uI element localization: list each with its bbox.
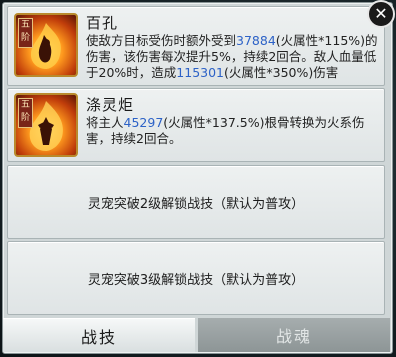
unlock-hint: 灵宠突破2级解锁战技（默认为普攻） [87,196,305,212]
tab-label: 战技 [80,327,117,347]
desc-text: (火属性*350%)伤害 [224,65,339,80]
rank-badge: 五阶 [18,98,33,128]
skill-card-2[interactable]: 五阶 涤灵炬 将主人45297(火属性*137.5%)根骨转换为火系伤害，持续2… [7,88,385,162]
skill-name: 百孔 [86,14,119,32]
locked-skill-slot-1[interactable]: 灵宠突破2级解锁战技（默认为普攻） [7,165,385,239]
damage-value: 37884 [236,33,276,48]
unlock-hint: 灵宠突破3级解锁战技（默认为普攻） [87,272,305,288]
fire-skill-icon: 五阶 [14,13,78,77]
skill-name: 涤灵炬 [86,96,135,114]
tab-label: 战魂 [275,327,312,346]
damage-value: 45297 [123,115,164,130]
desc-text: 使敌方目标受伤时额外受到 [86,33,237,48]
skill-card-1[interactable]: 五阶 百孔 使敌方目标受伤时额外受到37884(火属性*115%)的伤害，该伤害… [7,6,385,86]
rank-badge: 五阶 [18,18,33,48]
locked-skill-slot-2[interactable]: 灵宠突破3级解锁战技（默认为普攻） [7,241,385,315]
close-button[interactable]: ✕ [367,0,395,28]
close-icon: ✕ [374,4,388,23]
damage-value: 115301 [176,65,225,80]
fire-skill-icon: 五阶 [14,93,78,157]
tab-battle-soul[interactable]: 战魂 [198,318,390,352]
skill-description: 将主人45297(火属性*137.5%)根骨转换为火系伤害，持续2回合。 [86,115,382,147]
skill-description: 使敌方目标受伤时额外受到37884(火属性*115%)的伤害，该伤害每次提升5%… [86,33,382,81]
skill-panel-window: ✕ 五阶 百孔 使敌方目标受伤时额外受到37884(火属性*115%)的伤害，该… [0,0,396,357]
desc-text: 将主人 [86,115,124,130]
tab-battle-skills[interactable]: 战技 [3,318,195,352]
